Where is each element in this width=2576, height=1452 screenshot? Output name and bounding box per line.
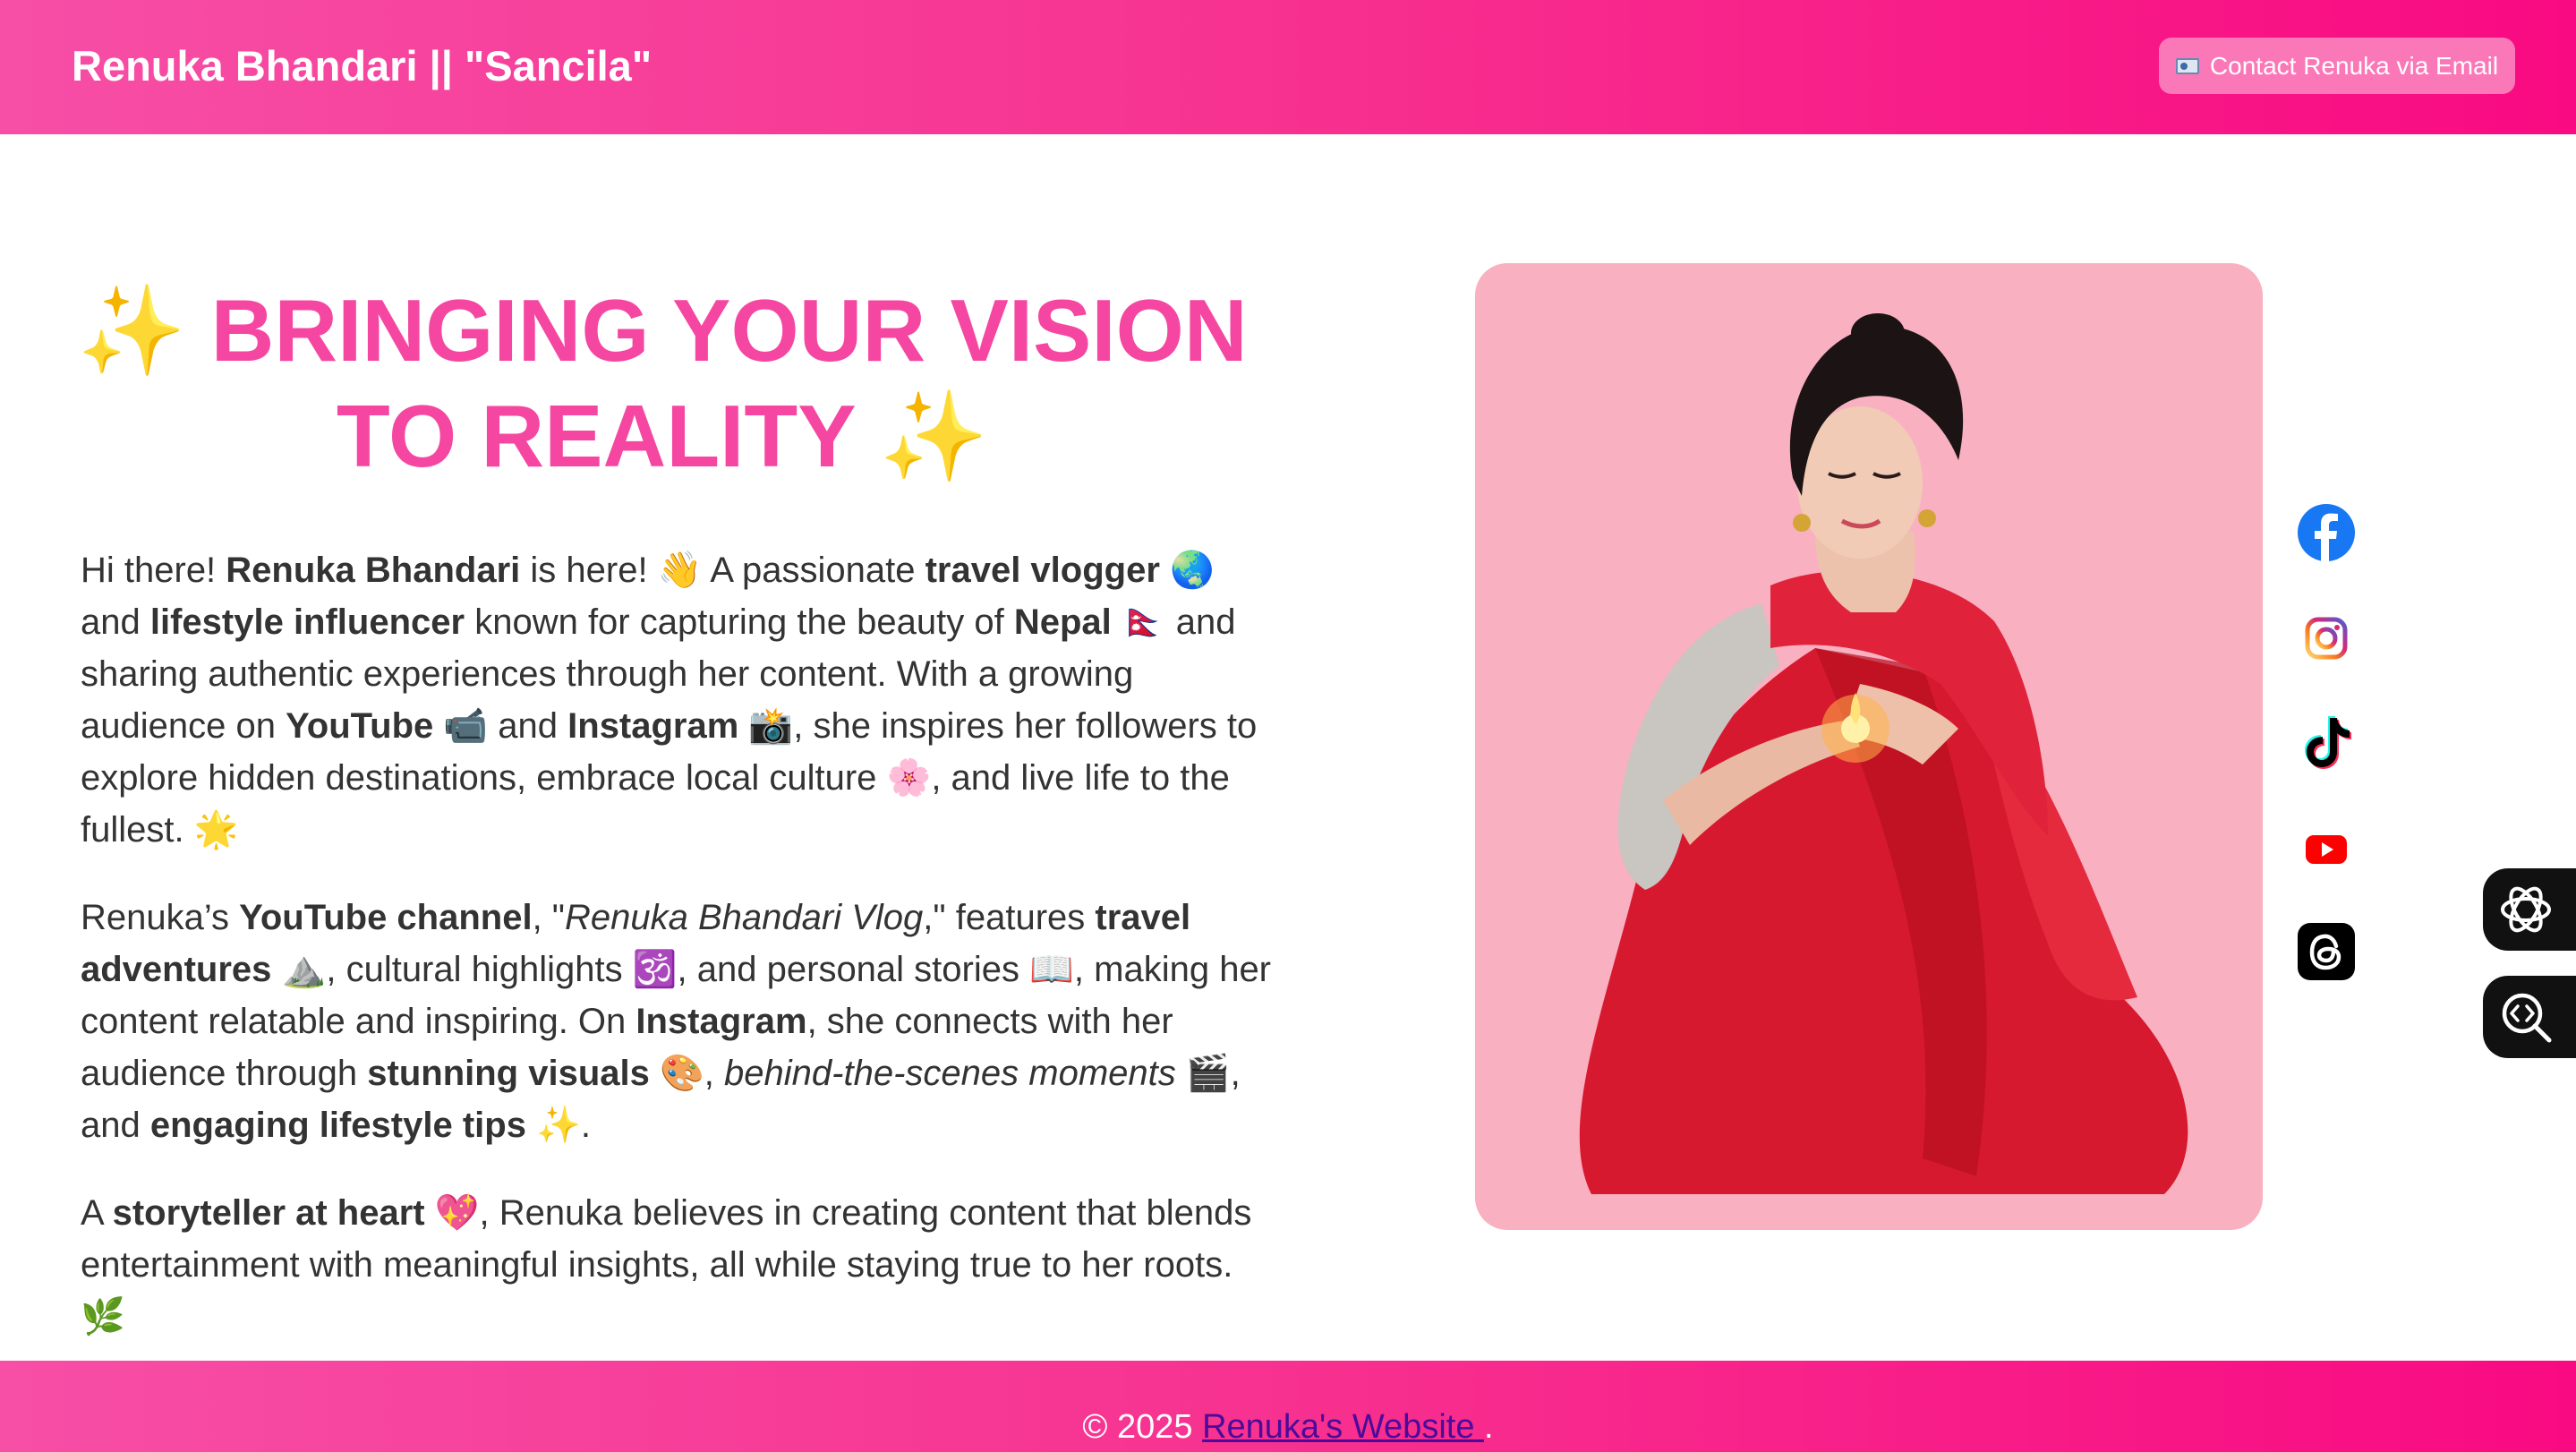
instagram-icon[interactable] xyxy=(2297,609,2356,668)
about-text: Hi there! Renuka Bhandari is here! 👋 A p… xyxy=(81,544,1280,1379)
hero-headline: ✨ BRINGING YOUR VISION TO REALITY ✨ xyxy=(72,278,1253,489)
about-paragraph-1: Hi there! Renuka Bhandari is here! 👋 A p… xyxy=(81,551,1258,850)
threads-icon[interactable] xyxy=(2297,922,2356,981)
headline-line-2: TO REALITY ✨ xyxy=(336,387,989,485)
code-search-widget[interactable] xyxy=(2483,976,2576,1058)
site-header: Renuka Bhandari || "Sancila" Contact Ren… xyxy=(0,0,2576,134)
headline-line-1: ✨ BRINGING YOUR VISION xyxy=(77,281,1248,380)
sparkle-icon: ✨ xyxy=(77,281,187,380)
about-paragraph-2: Renuka’s YouTube channel, "Renuka Bhanda… xyxy=(81,898,1272,1145)
site-footer: © 2025 Renuka's Website . xyxy=(0,1361,2576,1452)
ai-assistant-icon xyxy=(2501,886,2551,933)
email-card-icon xyxy=(2175,57,2199,74)
profile-photo xyxy=(1475,263,2263,1230)
ai-assistant-widget[interactable] xyxy=(2483,868,2576,951)
footer-period: . xyxy=(1484,1408,1494,1446)
about-paragraph-3: A storyteller at heart 💖, Renuka believe… xyxy=(81,1193,1252,1337)
contact-email-button-label: Contact Renuka via Email xyxy=(2209,51,2499,80)
contact-email-button[interactable]: Contact Renuka via Email xyxy=(2159,38,2515,94)
site-title: Renuka Bhandari || "Sancila" xyxy=(72,42,653,90)
tiktok-icon[interactable] xyxy=(2297,713,2356,772)
website-link[interactable]: Renuka's Website xyxy=(1202,1408,1484,1446)
sparkle-icon: ✨ xyxy=(879,387,989,485)
youtube-icon[interactable] xyxy=(2297,818,2356,877)
portrait-illustration xyxy=(1579,313,2188,1194)
code-search-icon xyxy=(2502,993,2552,1043)
facebook-icon[interactable] xyxy=(2297,503,2356,562)
copyright-text: © 2025 xyxy=(1082,1408,1203,1446)
